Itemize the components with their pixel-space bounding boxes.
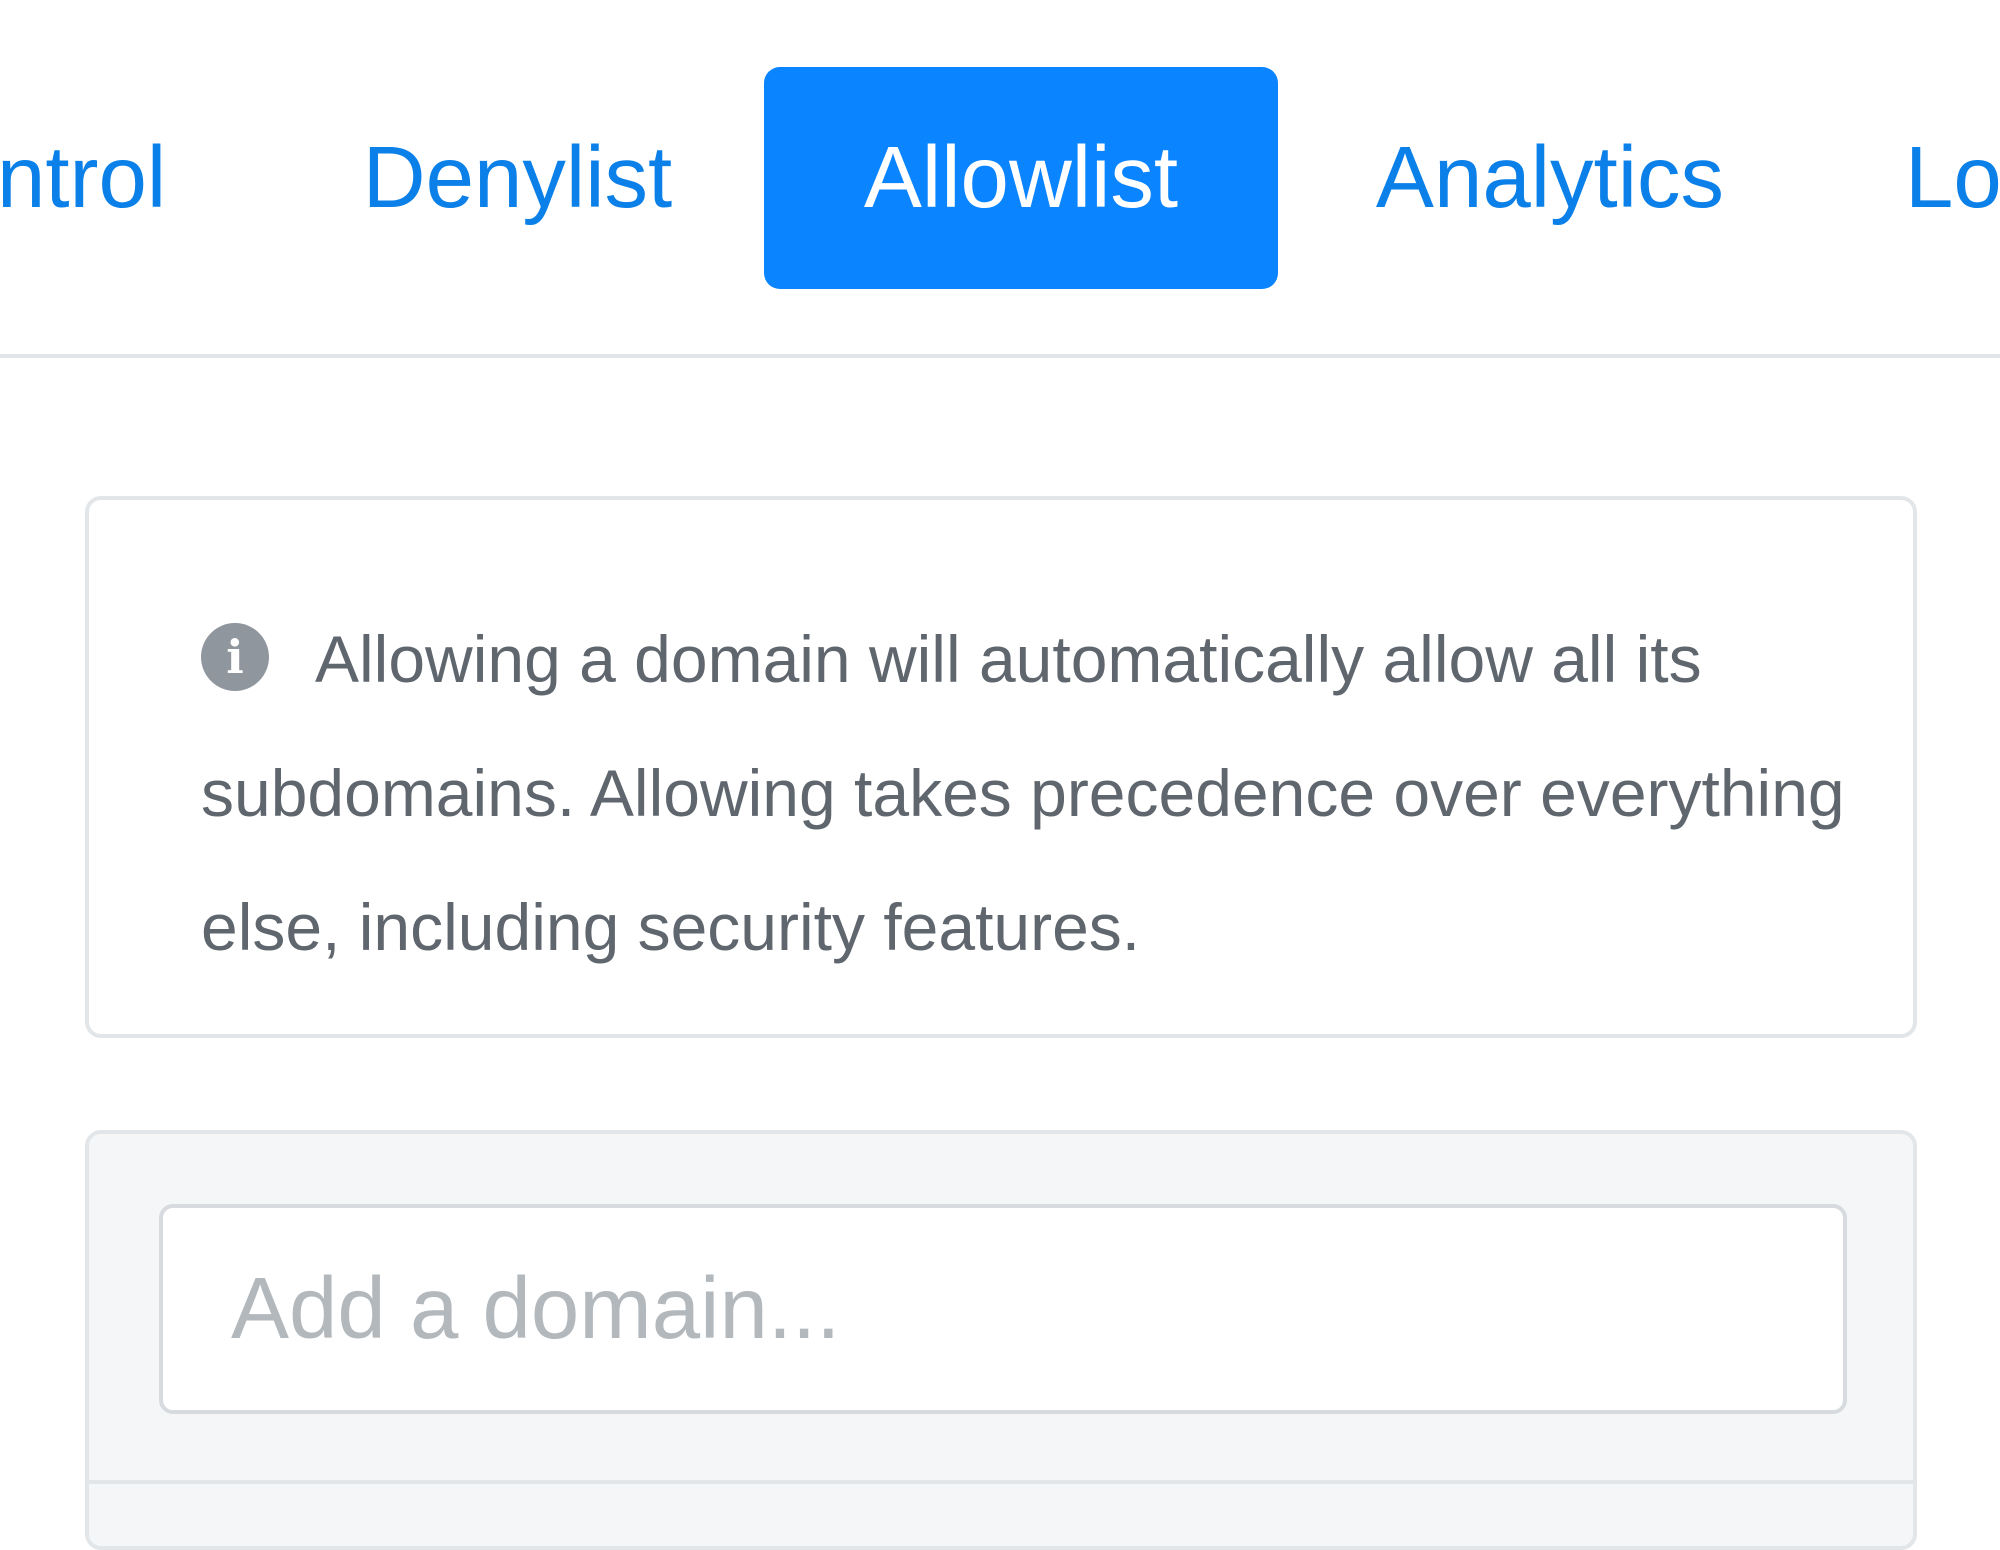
tab-logs[interactable]: Lo — [1905, 67, 2000, 289]
info-card: i Allowing a domain will automatically al… — [85, 496, 1917, 1038]
info-text: Allowing a domain will automatically all… — [201, 622, 1845, 964]
tab-bar: ntrol Denylist Allowlist Analytics Lo — [0, 0, 2000, 358]
add-domain-input[interactable] — [159, 1204, 1847, 1414]
info-circle-icon: i — [201, 622, 269, 691]
tab-analytics[interactable]: Analytics — [1350, 67, 1750, 289]
info-message: i Allowing a domain will automatically al… — [201, 592, 1861, 994]
tab-allowlist[interactable]: Allowlist — [764, 67, 1278, 289]
add-domain-card-body — [89, 1134, 1913, 1484]
add-domain-card — [85, 1130, 1917, 1550]
tab-control[interactable]: ntrol — [0, 67, 187, 289]
tab-denylist[interactable]: Denylist — [345, 67, 690, 289]
